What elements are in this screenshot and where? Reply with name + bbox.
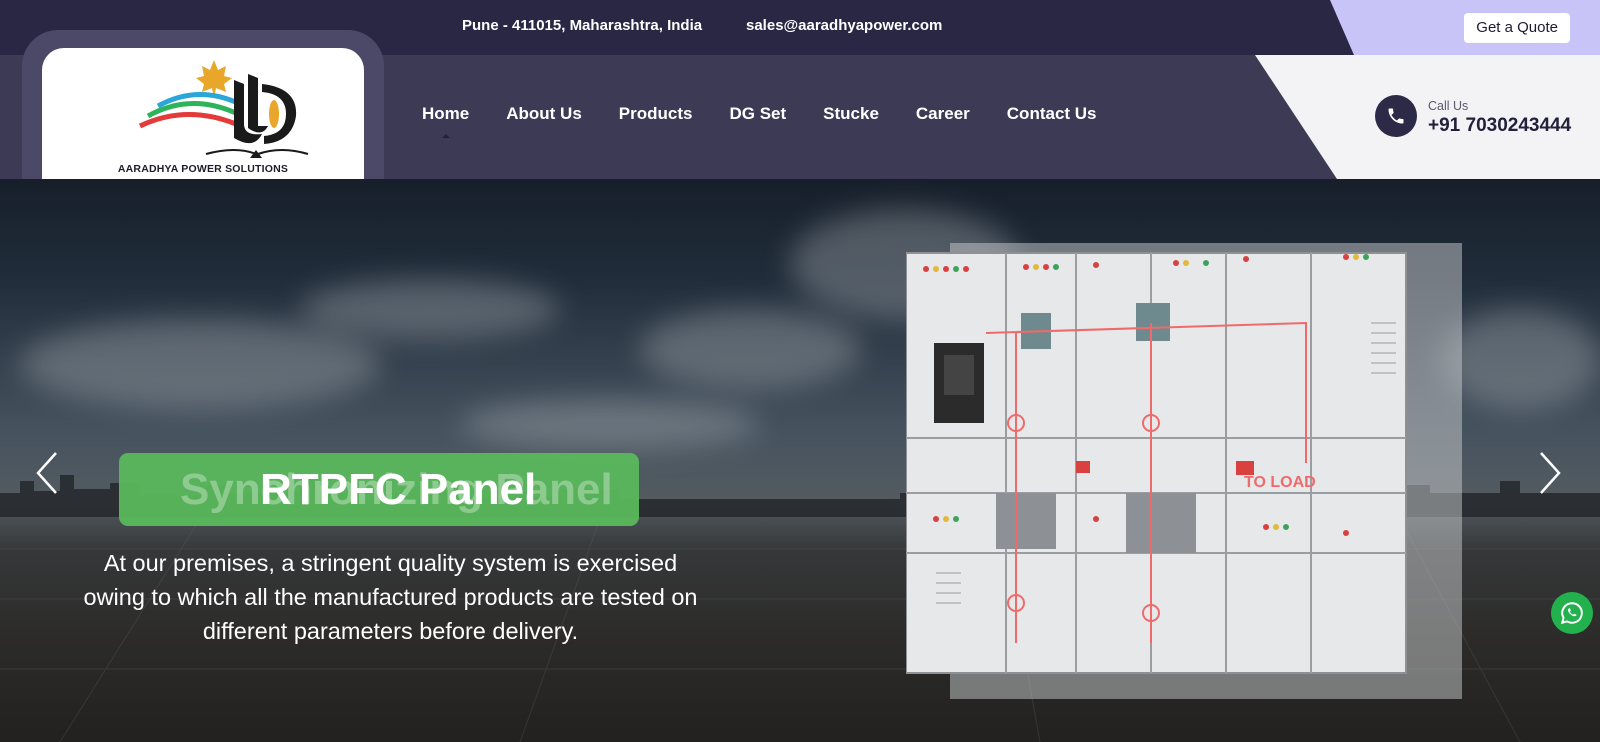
get-a-quote-button[interactable]: Get a Quote <box>1464 13 1570 43</box>
nav-career[interactable]: Career <box>916 104 970 124</box>
brand-name: AARADHYA POWER SOLUTIONS <box>117 163 289 175</box>
slide-description: At our premises, a stringent quality sys… <box>83 550 698 644</box>
nav-home-label: Home <box>422 104 470 123</box>
nav-products[interactable]: Products <box>619 104 693 124</box>
primary-nav: Home About Us Products DG Set Stucke Car… <box>422 104 1097 138</box>
logo-mark-icon <box>138 60 309 158</box>
call-us-label: Call Us <box>1428 99 1469 113</box>
nav-contact-us[interactable]: Contact Us <box>1007 104 1097 124</box>
active-indicator-icon <box>441 134 450 138</box>
chevron-right-icon <box>1540 452 1561 494</box>
control-panel-image: TO LOAD <box>906 243 1462 699</box>
phone-icon <box>1375 95 1417 137</box>
hero-slider: TO LOAD Synchronizing Panel RTPFC Panel … <box>0 179 1600 742</box>
logo[interactable]: AARADHYA POWER SOLUTIONS <box>42 48 364 179</box>
slide-title: RTPFC Panel <box>260 465 537 514</box>
whatsapp-button[interactable] <box>1551 592 1593 634</box>
page: Pune - 411015, Maharashtra, India sales@… <box>0 0 1600 742</box>
nav-dg-set[interactable]: DG Set <box>729 104 786 124</box>
phone-number[interactable]: +91 7030243444 <box>1428 115 1571 137</box>
top-email[interactable]: sales@aaradhyapower.com <box>746 17 942 34</box>
nav-about-us[interactable]: About Us <box>506 104 582 124</box>
top-address: Pune - 411015, Maharashtra, India <box>462 17 703 34</box>
whatsapp-icon <box>1560 602 1583 625</box>
nav-home[interactable]: Home <box>422 104 470 138</box>
next-slide-button[interactable] <box>1535 449 1565 497</box>
nav-stucke[interactable]: Stucke <box>823 104 879 124</box>
panel-label: TO LOAD <box>1244 474 1316 491</box>
chevron-left-icon <box>36 452 57 494</box>
prev-slide-button[interactable] <box>32 449 62 497</box>
